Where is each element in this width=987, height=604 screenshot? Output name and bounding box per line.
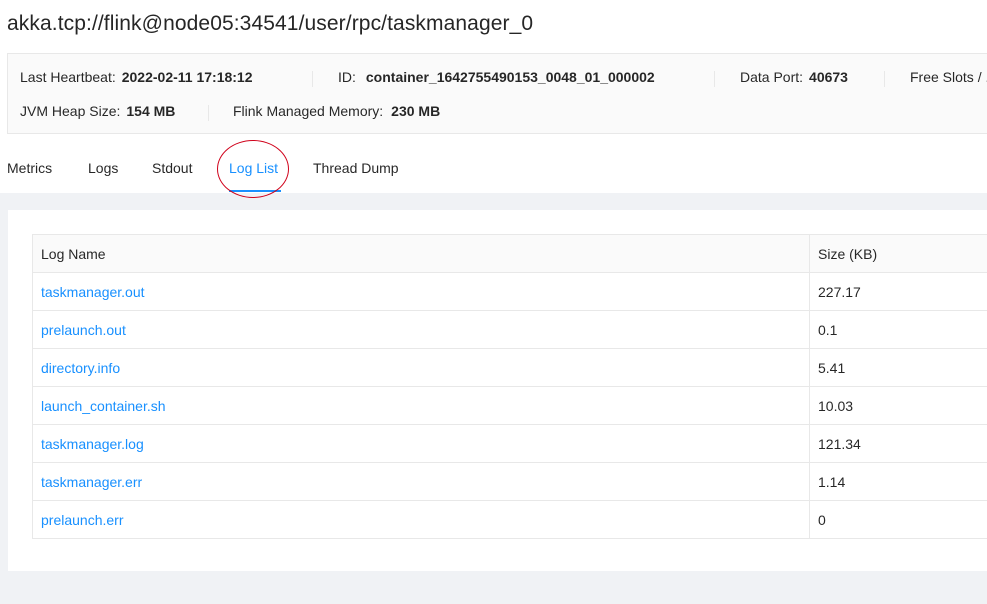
log-list-card: Log Name Size (KB) taskmanager.out 227.1…	[8, 210, 987, 571]
last-heartbeat-value: 2022-02-11 17:18:12	[121, 69, 253, 85]
log-list-table: Log Name Size (KB) taskmanager.out 227.1…	[32, 234, 987, 539]
log-size: 227.17	[809, 272, 987, 311]
log-size: 0	[809, 500, 987, 539]
log-size: 0.1	[809, 310, 987, 349]
managed-memory: Flink Managed Memory: 230 MB	[233, 103, 440, 119]
table-row: taskmanager.out 227.17	[32, 272, 987, 311]
table-row: launch_container.sh 10.03	[32, 386, 987, 425]
free-slots-label: Free Slots / ...	[910, 69, 987, 85]
data-port-label: Data Port:	[740, 69, 804, 85]
log-name-link[interactable]: launch_container.sh	[32, 386, 810, 425]
tab-thread-dump[interactable]: Thread Dump	[313, 160, 399, 176]
active-tab-indicator	[229, 190, 281, 192]
page-title: akka.tcp://flink@node05:34541/user/rpc/t…	[7, 12, 534, 35]
jvm-heap-label: JVM Heap Size:	[20, 103, 121, 119]
container-id: ID: container_1642755490153_0048_01_00000…	[338, 69, 655, 85]
last-heartbeat-label: Last Heartbeat:	[20, 69, 116, 85]
task-manager-header: akka.tcp://flink@node05:34541/user/rpc/t…	[0, 0, 987, 198]
last-heartbeat: Last Heartbeat: 2022-02-11 17:18:12	[20, 69, 253, 85]
divider	[312, 71, 313, 87]
log-name-link[interactable]: prelaunch.out	[32, 310, 810, 349]
log-name-link[interactable]: taskmanager.err	[32, 462, 810, 501]
log-size: 1.14	[809, 462, 987, 501]
table-row: directory.info 5.41	[32, 348, 987, 387]
id-label: ID:	[338, 69, 356, 85]
free-slots: Free Slots / ...	[910, 69, 987, 85]
task-manager-details: Last Heartbeat: 2022-02-11 17:18:12 ID: co…	[7, 53, 987, 134]
tab-log-list[interactable]: Log List	[229, 160, 278, 176]
table-header-row: Log Name Size (KB)	[32, 234, 987, 273]
table-row: taskmanager.err 1.14	[32, 462, 987, 501]
divider	[884, 71, 885, 87]
log-size: 121.34	[809, 424, 987, 463]
data-port: Data Port: 40673	[740, 69, 848, 85]
log-name-link[interactable]: directory.info	[32, 348, 810, 387]
id-value: container_1642755490153_0048_01_000002	[365, 69, 655, 85]
managed-memory-label: Flink Managed Memory:	[233, 103, 384, 119]
tab-bar: Metrics Logs Stdout Log List Thread Dump	[0, 150, 987, 192]
table-row: prelaunch.err 0	[32, 500, 987, 539]
column-header-log-name[interactable]: Log Name	[32, 234, 810, 273]
table-row: prelaunch.out 0.1	[32, 310, 987, 349]
log-name-link[interactable]: taskmanager.log	[32, 424, 810, 463]
jvm-heap-size: JVM Heap Size: 154 MB	[20, 103, 175, 119]
divider	[714, 71, 715, 87]
log-size: 10.03	[809, 386, 987, 425]
log-name-link[interactable]: prelaunch.err	[32, 500, 810, 539]
jvm-heap-value: 154 MB	[126, 103, 176, 119]
data-port-value: 40673	[809, 69, 848, 85]
tab-logs[interactable]: Logs	[88, 160, 118, 176]
column-header-size[interactable]: Size (KB)	[809, 234, 987, 273]
table-row: taskmanager.log 121.34	[32, 424, 987, 463]
managed-memory-value: 230 MB	[391, 103, 441, 119]
log-name-link[interactable]: taskmanager.out	[32, 272, 810, 311]
tab-stdout[interactable]: Stdout	[152, 160, 192, 176]
divider	[208, 105, 209, 121]
tab-metrics[interactable]: Metrics	[7, 160, 52, 176]
log-size: 5.41	[809, 348, 987, 387]
